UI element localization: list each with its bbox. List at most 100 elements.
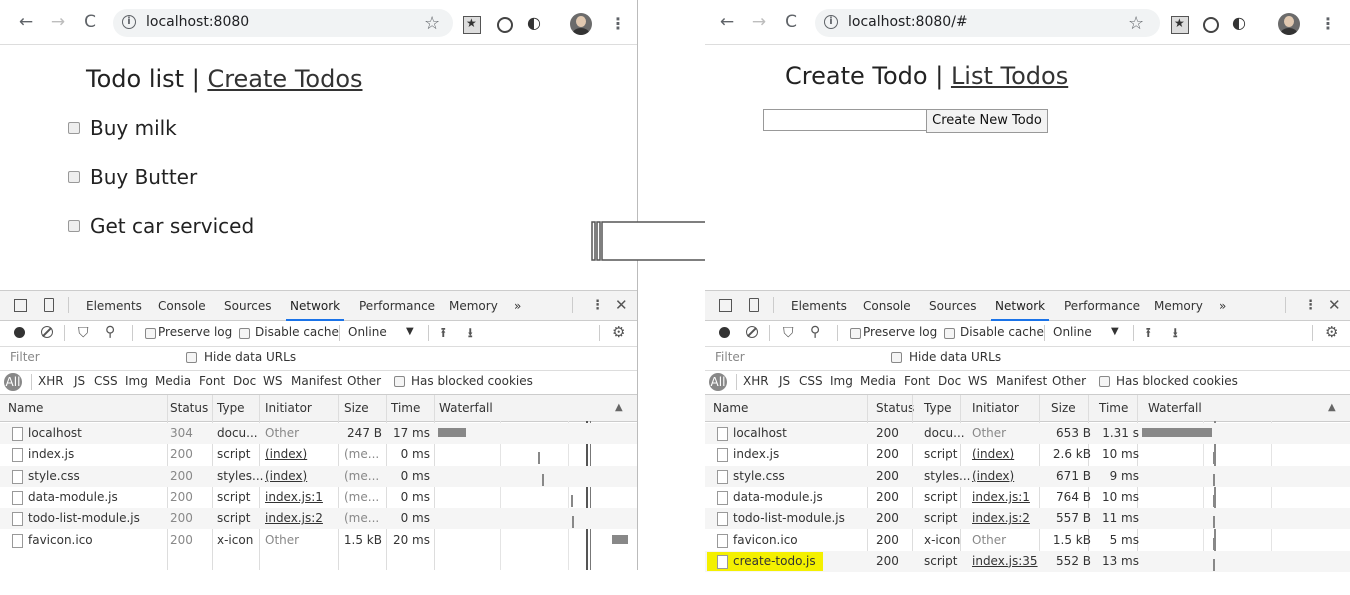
tab-more[interactable]: »: [1219, 299, 1226, 313]
column-header-status[interactable]: Status: [876, 395, 914, 421]
sort-arrow-icon[interactable]: ▲: [615, 395, 623, 421]
new-todo-input[interactable]: [763, 109, 927, 131]
todo-checkbox[interactable]: [68, 170, 80, 183]
type-filter-font[interactable]: Font: [904, 374, 930, 388]
bookmark-star-icon[interactable]: ☆: [424, 13, 440, 34]
reload-icon[interactable]: C: [781, 12, 801, 32]
column-header-type[interactable]: Type: [217, 395, 245, 421]
back-icon[interactable]: ←: [16, 12, 36, 32]
type-filter-ws[interactable]: WS: [968, 374, 987, 388]
disable-cache-checkbox[interactable]: [239, 328, 250, 339]
table-row[interactable]: localhost 200 docu... Other 653 B 1.31 s: [705, 423, 1350, 444]
close-icon[interactable]: ✕: [1328, 296, 1341, 314]
device-toolbar-icon[interactable]: [44, 298, 54, 312]
table-row[interactable]: favicon.ico 200 x-icon Other 1.5 kB 20 ms: [0, 530, 637, 551]
close-icon[interactable]: ✕: [615, 296, 628, 314]
devtools-menu-icon[interactable]: ⋮: [591, 298, 604, 313]
tab-sources[interactable]: Sources: [929, 299, 976, 313]
request-initiator[interactable]: index.js:35: [972, 554, 1038, 568]
export-har-icon[interactable]: ⭳: [468, 324, 473, 346]
type-filter-manifest[interactable]: Manifest: [996, 374, 1047, 388]
disable-cache-checkbox[interactable]: [944, 328, 955, 339]
type-filter-ws[interactable]: WS: [263, 374, 282, 388]
menu-icon[interactable]: ⋮: [1320, 14, 1336, 33]
forward-icon[interactable]: →: [749, 12, 769, 32]
has-blocked-cookies-checkbox[interactable]: [394, 376, 405, 387]
extension-icon[interactable]: [463, 16, 481, 34]
column-header-waterfall[interactable]: Waterfall: [1148, 395, 1202, 421]
type-filter-manifest[interactable]: Manifest: [291, 374, 342, 388]
filter-input[interactable]: Filter: [711, 349, 883, 366]
column-header-name[interactable]: Name: [8, 395, 43, 421]
request-initiator[interactable]: index.js:1: [265, 490, 323, 504]
info-icon[interactable]: i: [122, 15, 136, 29]
type-filter-other[interactable]: Other: [347, 374, 381, 388]
tab-console[interactable]: Console: [863, 299, 911, 313]
type-filter-js[interactable]: JS: [779, 374, 790, 388]
type-filter-xhr[interactable]: XHR: [38, 374, 64, 388]
type-filter-img[interactable]: Img: [830, 374, 853, 388]
table-row[interactable]: index.js 200 script (index) 2.6 kB 10 ms: [705, 444, 1350, 465]
column-header-size[interactable]: Size: [1051, 395, 1076, 421]
table-row[interactable]: localhost 304 docu... Other 247 B 17 ms: [0, 423, 637, 444]
filter-input[interactable]: Filter: [6, 349, 178, 366]
tab-console[interactable]: Console: [158, 299, 206, 313]
menu-icon[interactable]: ⋮: [610, 14, 626, 33]
export-har-icon[interactable]: ⭳: [1173, 324, 1178, 346]
chevron-down-icon[interactable]: ▼: [1111, 326, 1119, 337]
devtools-menu-icon[interactable]: ⋮: [1304, 298, 1317, 313]
import-har-icon[interactable]: ⭱: [1146, 324, 1151, 346]
table-row[interactable]: style.css 200 styles... (index) 671 B 9 ms: [705, 465, 1350, 487]
table-row[interactable]: todo-list-module.js 200 script index.js:2 55…: [705, 508, 1350, 530]
filter-icon[interactable]: ⛉: [78, 325, 89, 341]
table-row[interactable]: data-module.js 200 script index.js:1 (me... 0…: [0, 487, 637, 508]
gear-icon[interactable]: ⚙: [612, 323, 625, 341]
filter-icon[interactable]: ⛉: [783, 325, 794, 341]
type-filter-all[interactable]: All: [709, 373, 727, 391]
search-icon[interactable]: ⚲: [105, 324, 115, 340]
gear-icon[interactable]: ⚙: [1325, 323, 1338, 341]
table-row[interactable]: favicon.ico 200 x-icon Other 1.5 kB 5 ms: [705, 530, 1350, 551]
table-row[interactable]: index.js 200 script (index) (me... 0 ms: [0, 444, 637, 465]
request-initiator[interactable]: index.js:2: [265, 511, 323, 525]
request-initiator[interactable]: (index): [265, 469, 307, 483]
table-row[interactable]: create-todo.js 200 script index.js:35 552 B 1…: [705, 550, 1350, 572]
extension-logo-icon[interactable]: ◐: [527, 13, 543, 32]
request-initiator[interactable]: index.js:2: [972, 511, 1030, 525]
extension-logo-icon[interactable]: ◐: [1232, 13, 1248, 32]
create-todos-link[interactable]: Create Todos: [207, 65, 362, 93]
column-header-status[interactable]: Status: [170, 395, 208, 421]
forward-icon[interactable]: →: [48, 12, 68, 32]
type-filter-doc[interactable]: Doc: [938, 374, 961, 388]
record-icon[interactable]: [719, 327, 730, 338]
address-bar[interactable]: i localhost:8080: [113, 9, 453, 37]
type-filter-img[interactable]: Img: [125, 374, 148, 388]
tab-memory[interactable]: Memory: [449, 299, 498, 313]
column-header-initiator[interactable]: Initiator: [972, 395, 1019, 421]
column-header-time[interactable]: Time: [1099, 395, 1128, 421]
inspect-element-icon[interactable]: [719, 299, 732, 312]
search-icon[interactable]: ⚲: [810, 324, 820, 340]
request-initiator[interactable]: (index): [972, 447, 1014, 461]
type-filter-css[interactable]: CSS: [799, 374, 823, 388]
clear-icon[interactable]: [41, 326, 53, 338]
device-toolbar-icon[interactable]: [749, 298, 759, 312]
record-icon[interactable]: [14, 327, 25, 338]
request-initiator[interactable]: index.js:1: [972, 490, 1030, 504]
tab-memory[interactable]: Memory: [1154, 299, 1203, 313]
tab-sources[interactable]: Sources: [224, 299, 271, 313]
avatar[interactable]: [1278, 13, 1300, 35]
type-filter-font[interactable]: Font: [199, 374, 225, 388]
column-header-name[interactable]: Name: [713, 395, 748, 421]
type-filter-xhr[interactable]: XHR: [743, 374, 769, 388]
has-blocked-cookies-checkbox[interactable]: [1099, 376, 1110, 387]
todo-checkbox[interactable]: [68, 121, 80, 134]
tab-performance[interactable]: Performance: [359, 299, 435, 313]
tab-network[interactable]: Network: [285, 299, 345, 321]
type-filter-media[interactable]: Media: [155, 374, 191, 388]
address-bar[interactable]: i localhost:8080/#: [815, 9, 1160, 37]
inspect-element-icon[interactable]: [14, 299, 27, 312]
tab-network[interactable]: Network: [990, 299, 1050, 321]
avatar[interactable]: [570, 13, 592, 35]
extension-icon[interactable]: [1171, 16, 1189, 34]
